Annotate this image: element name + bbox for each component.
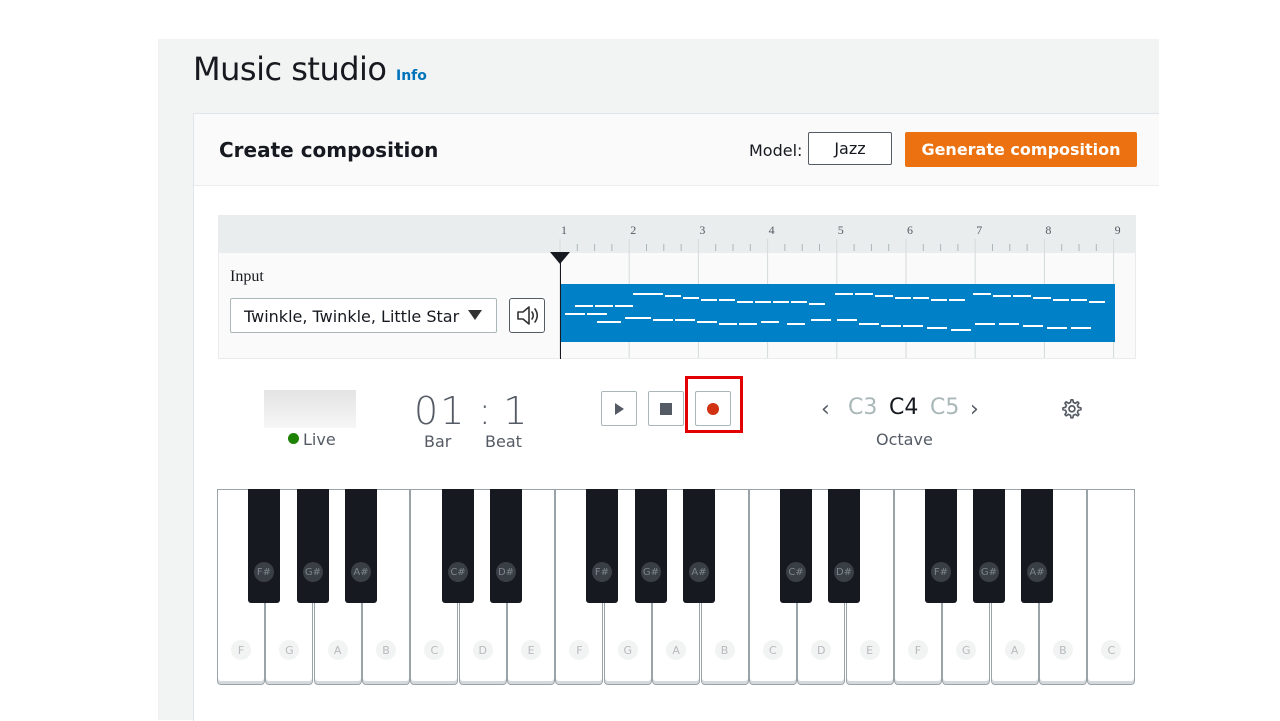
white-key-label: C (1101, 640, 1122, 660)
info-link[interactable]: Info (396, 68, 427, 84)
black-key-label: G# (641, 562, 661, 582)
piano-keyboard: F G A B C D E F G A B C D E F G A B C F# G# A# C# D# F# G# A# C# D# F… (217, 489, 1136, 686)
input-track-select[interactable]: Twinkle, Twinkle, Little Star (230, 298, 497, 333)
white-key[interactable]: C (1087, 489, 1136, 685)
octave-option-c3[interactable]: C3 (848, 395, 877, 420)
white-key-label: C (762, 640, 783, 660)
white-key-label: F (907, 640, 928, 660)
live-preview (264, 390, 356, 428)
white-key-label: D (811, 640, 832, 660)
black-key-label: A# (1027, 562, 1047, 582)
white-key-label: D (472, 640, 493, 660)
white-key-label: F (569, 640, 590, 660)
input-track-value: Twinkle, Twinkle, Little Star (244, 307, 460, 326)
gear-icon[interactable] (1060, 398, 1082, 420)
beat-label: Beat (485, 432, 522, 451)
generate-composition-button[interactable]: Generate composition (905, 132, 1137, 167)
play-icon (615, 402, 624, 415)
black-key[interactable]: A# (683, 489, 715, 603)
black-key[interactable]: G# (973, 489, 1005, 603)
white-key-label: E (859, 640, 880, 660)
model-label: Model: (749, 141, 803, 160)
octave-label: Octave (876, 430, 933, 449)
white-key-label: B (714, 640, 735, 660)
generate-label: Generate composition (921, 140, 1121, 159)
black-key-label: D# (834, 562, 854, 582)
white-key-label: E (521, 640, 542, 660)
timeline-ruler[interactable] (219, 216, 1135, 253)
input-track-lane[interactable] (561, 284, 1115, 342)
beat-value: 1 (503, 389, 530, 433)
black-key-label: D# (496, 562, 516, 582)
bar-value: 01 (414, 389, 467, 433)
black-key-label: A# (351, 562, 371, 582)
octave-option-c4[interactable]: C4 (889, 395, 918, 420)
record-highlight-box (685, 376, 743, 433)
black-key-label: C# (448, 562, 468, 582)
black-key-label: C# (786, 562, 806, 582)
black-key-label: G# (979, 562, 999, 582)
model-select-button[interactable]: Jazz (808, 132, 892, 165)
playhead-line (560, 252, 561, 359)
live-status-dot (288, 433, 299, 444)
white-key-label: C (424, 640, 445, 660)
stop-icon (660, 402, 672, 415)
black-key-label: F# (931, 562, 951, 582)
octave-option-c5[interactable]: C5 (930, 395, 959, 420)
black-key-label: F# (592, 562, 612, 582)
black-key[interactable]: F# (925, 489, 957, 603)
live-label: Live (303, 430, 336, 449)
white-key-label: A (1004, 640, 1025, 660)
octave-prev-chevron-icon[interactable]: ‹ (821, 397, 830, 422)
white-key-label: G (279, 640, 300, 660)
playhead-handle[interactable] (550, 252, 570, 264)
black-key-label: G# (303, 562, 323, 582)
white-key-label: B (1052, 640, 1073, 660)
time-display: 01:1 (414, 389, 530, 433)
bar-label: Bar (424, 432, 452, 451)
input-label: Input (230, 268, 264, 285)
speaker-icon (517, 306, 539, 325)
black-key[interactable]: C# (442, 489, 474, 603)
black-key[interactable]: F# (586, 489, 618, 603)
white-key-label: F (231, 640, 251, 660)
black-key[interactable]: F# (248, 489, 280, 603)
black-key[interactable]: C# (780, 489, 812, 603)
panel-title: Create composition (219, 138, 439, 162)
black-key[interactable]: G# (297, 489, 329, 603)
speaker-button[interactable] (509, 298, 545, 333)
white-key-label: G (617, 640, 638, 660)
caret-down-icon (468, 310, 482, 320)
white-key-label: G (956, 640, 977, 660)
white-key-label: B (376, 640, 397, 660)
black-key-label: F# (254, 562, 274, 582)
model-value: Jazz (834, 139, 866, 158)
white-key-label: A (666, 640, 687, 660)
black-key[interactable]: D# (828, 489, 860, 603)
black-key[interactable]: G# (635, 489, 667, 603)
black-key[interactable]: A# (345, 489, 377, 603)
black-key[interactable]: A# (1021, 489, 1053, 603)
black-key[interactable]: D# (490, 489, 522, 603)
page-title: Music studio (193, 50, 387, 88)
octave-next-chevron-icon[interactable]: › (970, 397, 979, 422)
panel-header: Create composition Model: Jazz Generate … (194, 114, 1159, 186)
black-key-label: A# (689, 562, 709, 582)
note-lines (565, 293, 1105, 331)
stop-button[interactable] (648, 391, 684, 426)
white-key-label: A (327, 640, 348, 660)
play-button[interactable] (601, 391, 637, 426)
